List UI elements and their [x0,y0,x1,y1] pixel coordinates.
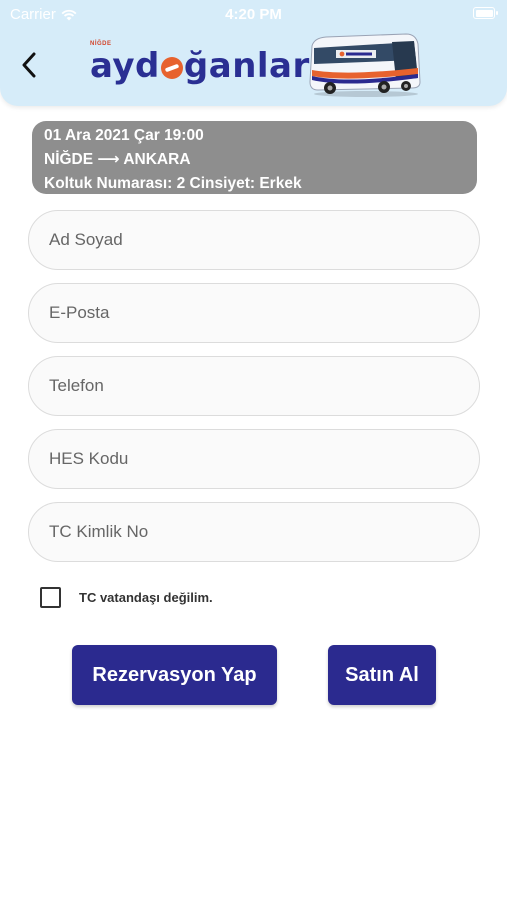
trip-datetime: 01 Ara 2021 Çar 19:00 [44,127,204,144]
tc-id-field[interactable] [28,502,480,562]
not-citizen-checkbox[interactable] [40,587,61,608]
not-citizen-row[interactable]: TC vatandaşı değilim. [40,587,213,608]
phone-field[interactable] [28,356,480,416]
status-bar: Carrier 4:20 PM [0,0,507,28]
name-field[interactable] [28,210,480,270]
email-field[interactable] [28,283,480,343]
buy-button[interactable]: Satın Al [328,645,436,705]
email-input[interactable] [49,303,459,323]
header-bar: Carrier 4:20 PM NİĞDE ayd ğanlar [0,0,507,106]
chevron-left-icon [22,52,36,78]
status-time: 4:20 PM [225,6,282,23]
logo-text: ayd ğanlar [90,46,310,86]
reserve-button[interactable]: Rezervasyon Yap [72,645,277,705]
trip-seat-info: Koltuk Numarası: 2 Cinsiyet: Erkek [44,175,302,192]
phone-input[interactable] [49,376,459,396]
trip-route: NİĞDE ⟶ ANKARA [44,151,191,168]
hes-code-field[interactable] [28,429,480,489]
logo-ball-icon [160,57,183,79]
back-button[interactable] [14,50,44,80]
not-citizen-label: TC vatandaşı değilim. [79,590,213,605]
hes-code-input[interactable] [49,449,459,469]
logo-tag: NİĞDE [90,41,112,47]
trip-summary: 01 Ara 2021 Çar 19:00 NİĞDE ⟶ ANKARA Kol… [32,121,477,194]
tc-id-input[interactable] [49,522,459,542]
bus-icon [309,33,421,97]
battery-icon [473,7,498,19]
name-input[interactable] [49,230,459,250]
brand-logo: NİĞDE ayd ğanlar [90,41,310,90]
